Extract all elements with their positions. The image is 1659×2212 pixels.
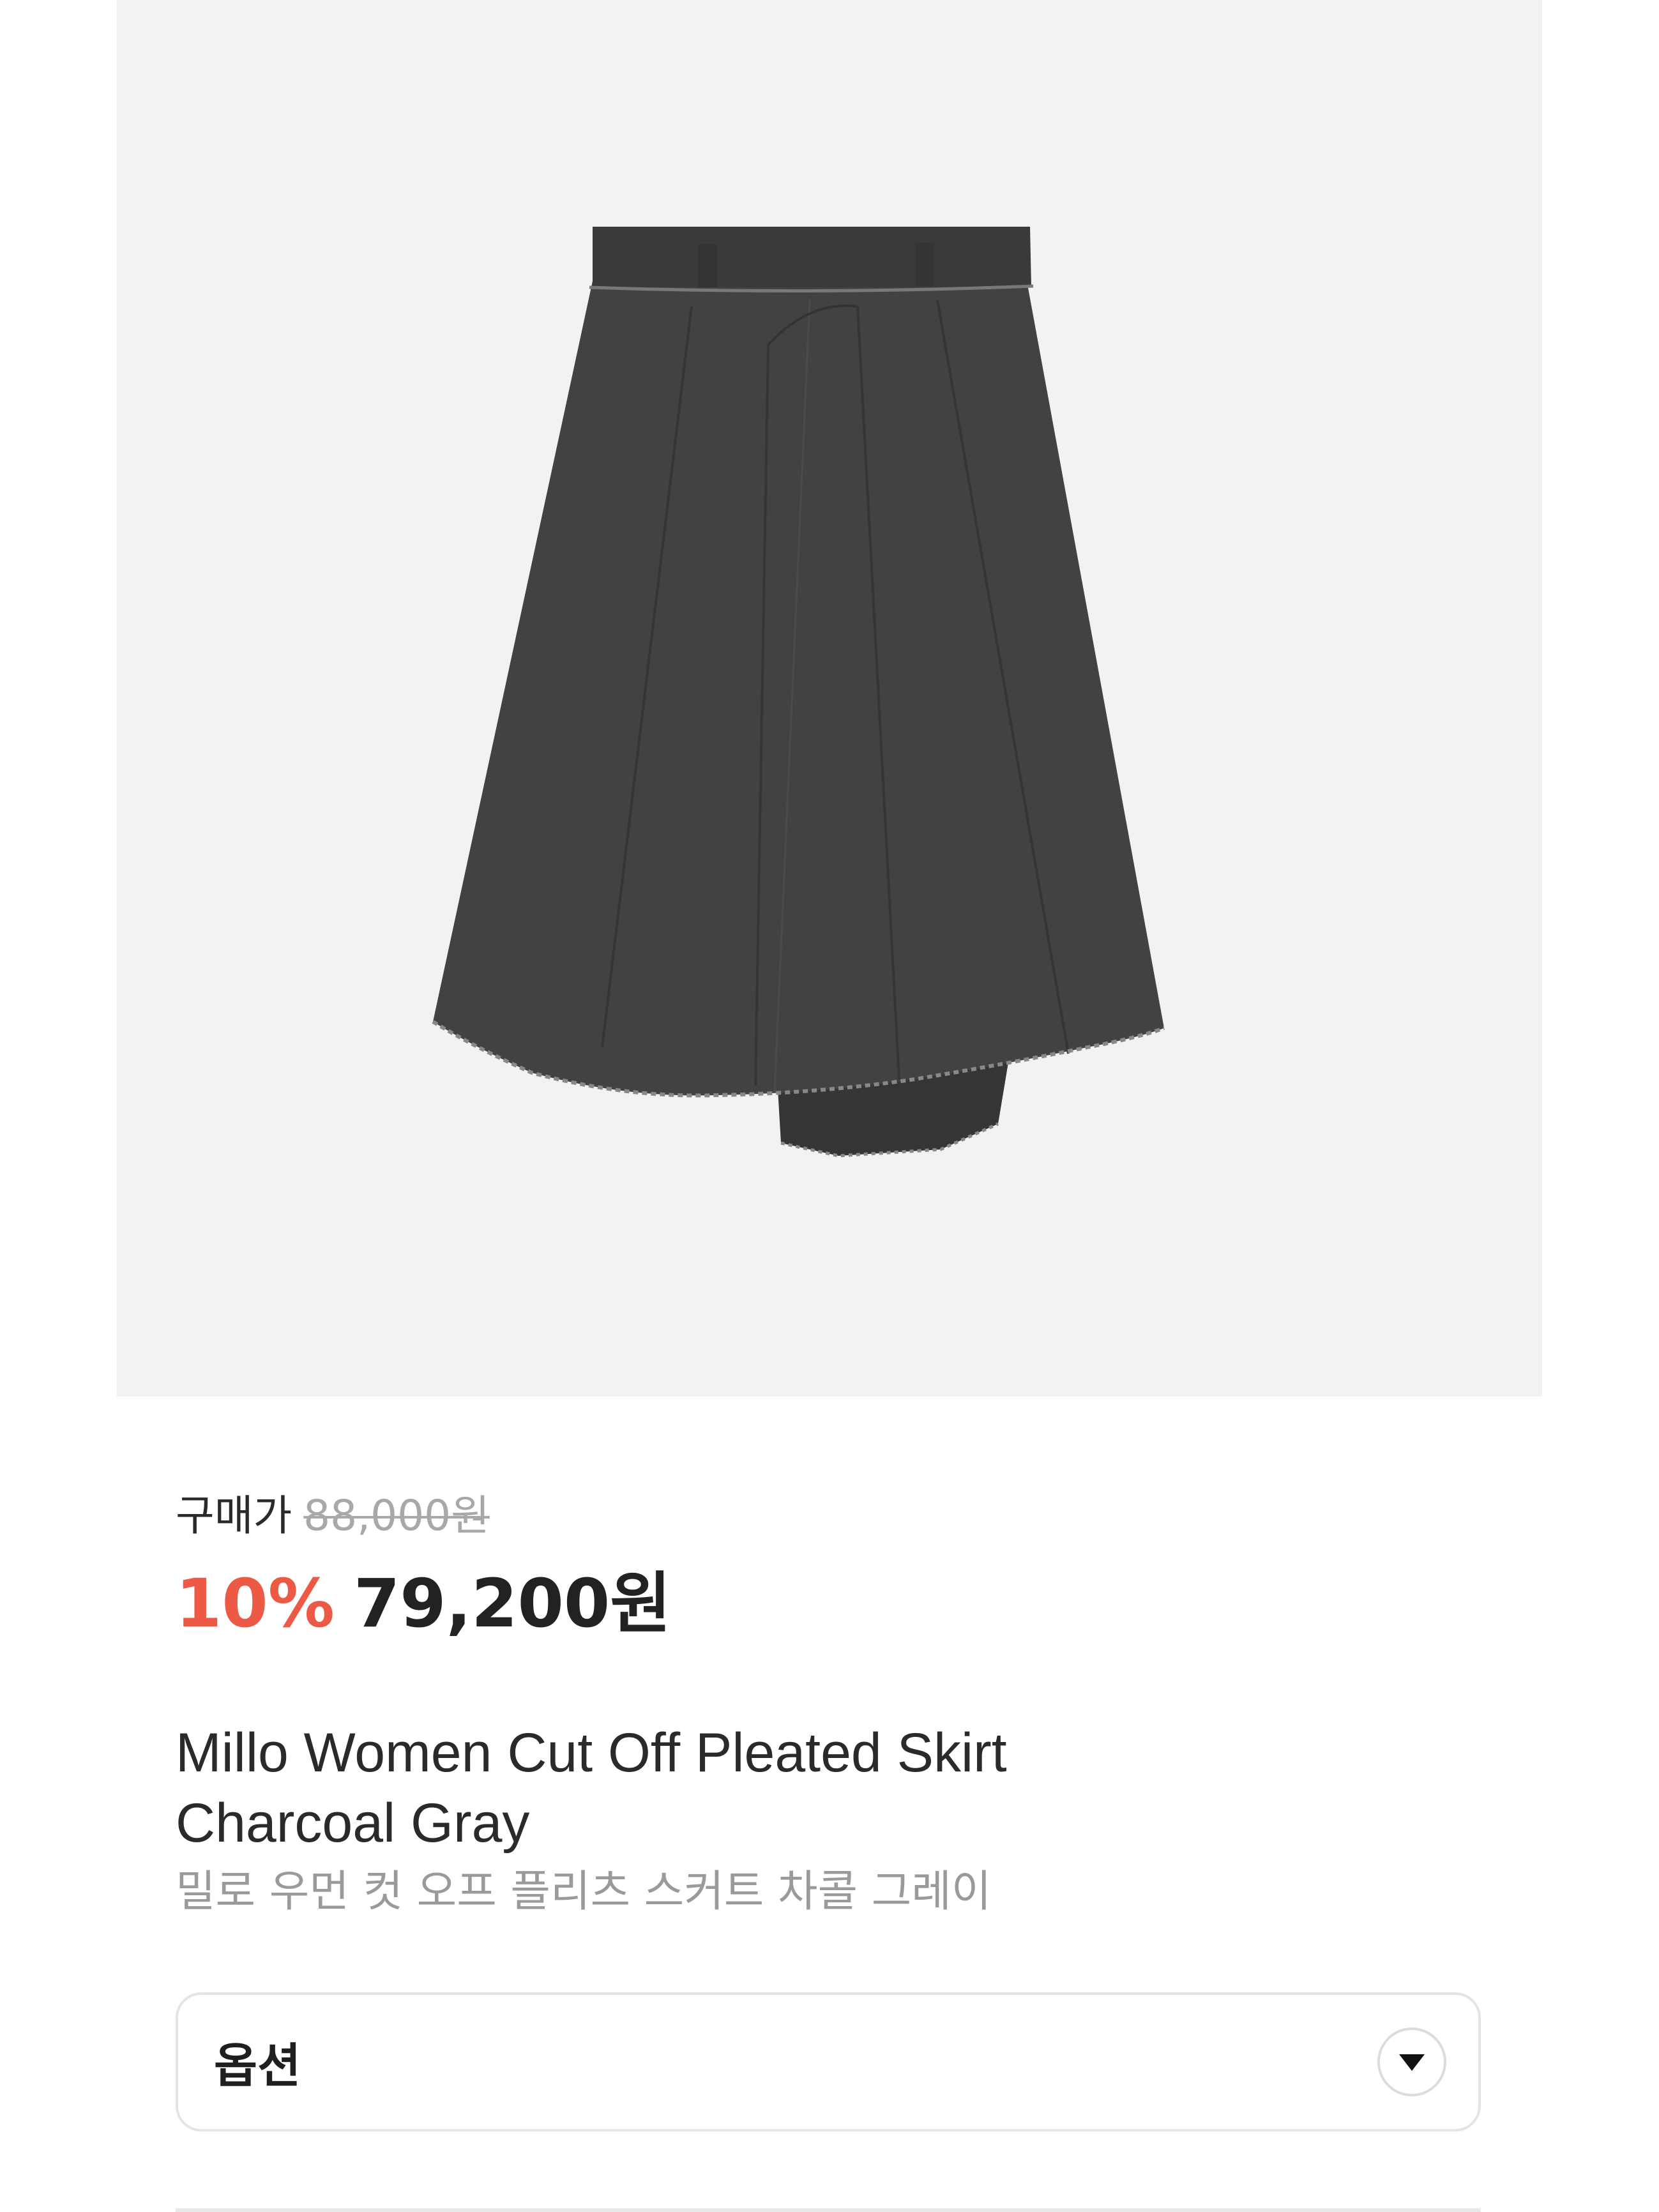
dropdown-toggle-button[interactable] [1377, 2027, 1446, 2096]
option-label: 옵션 [214, 2038, 301, 2094]
product-name-ko: 밀로 우먼 컷 오프 플리츠 스커트 차콜 그레이 [176, 1867, 992, 1917]
option-dropdown[interactable]: 옵션 [176, 1992, 1481, 2132]
product-name-en-line2: Charcoal Gray [176, 1792, 530, 1854]
product-detail-page: 구매가 88,000원 10% 79,200원 Millo Women Cut … [0, 0, 1659, 2212]
price-label: 구매가 [176, 1491, 292, 1540]
skirt-illustration [432, 227, 1165, 1158]
sale-price: 79,200원 [353, 1564, 671, 1642]
discount-rate: 10% [176, 1564, 335, 1642]
sale-price-row: 10% 79,200원 [176, 1549, 1485, 1642]
triangle-down-icon [1399, 2054, 1425, 2071]
bottom-divider [176, 2208, 1481, 2212]
product-name-en: Millo Women Cut Off Pleated Skirt Charco… [176, 1718, 1485, 1858]
original-price-row: 구매가 88,000원 [176, 1481, 1485, 1545]
product-info: 구매가 88,000원 10% 79,200원 Millo Women Cut … [176, 1481, 1485, 1921]
product-image[interactable] [117, 0, 1542, 1397]
product-name-en-line1: Millo Women Cut Off Pleated Skirt [176, 1722, 1007, 1784]
original-price: 88,000원 [303, 1491, 490, 1540]
